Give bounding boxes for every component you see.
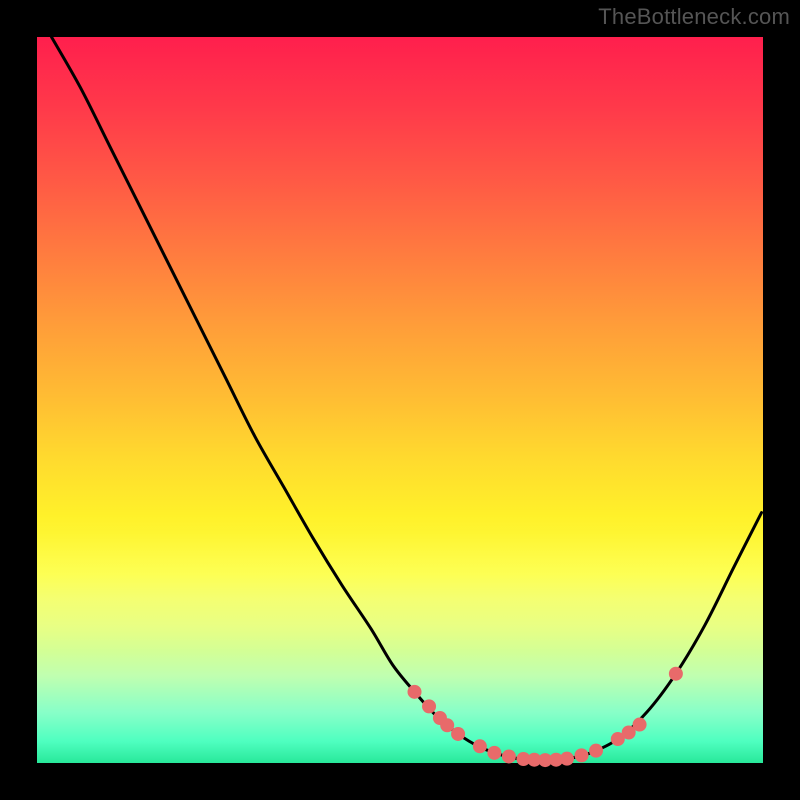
curve-marker [589,744,603,758]
curve-marker [473,739,487,753]
curve-marker [408,685,422,699]
curve-marker [451,727,465,741]
curve-marker [669,667,683,681]
curve-marker [575,748,589,762]
curve-marker [502,749,516,763]
chart-wrapper: TheBottleneck.com [0,0,800,800]
curve-marker [633,718,647,732]
curve-marker [560,752,574,766]
chart-svg [37,37,763,763]
plot-area [37,37,763,763]
bottleneck-curve [52,37,762,760]
watermark-label: TheBottleneck.com [598,4,790,30]
curve-marker [440,718,454,732]
curve-marker [422,699,436,713]
curve-marker [487,746,501,760]
